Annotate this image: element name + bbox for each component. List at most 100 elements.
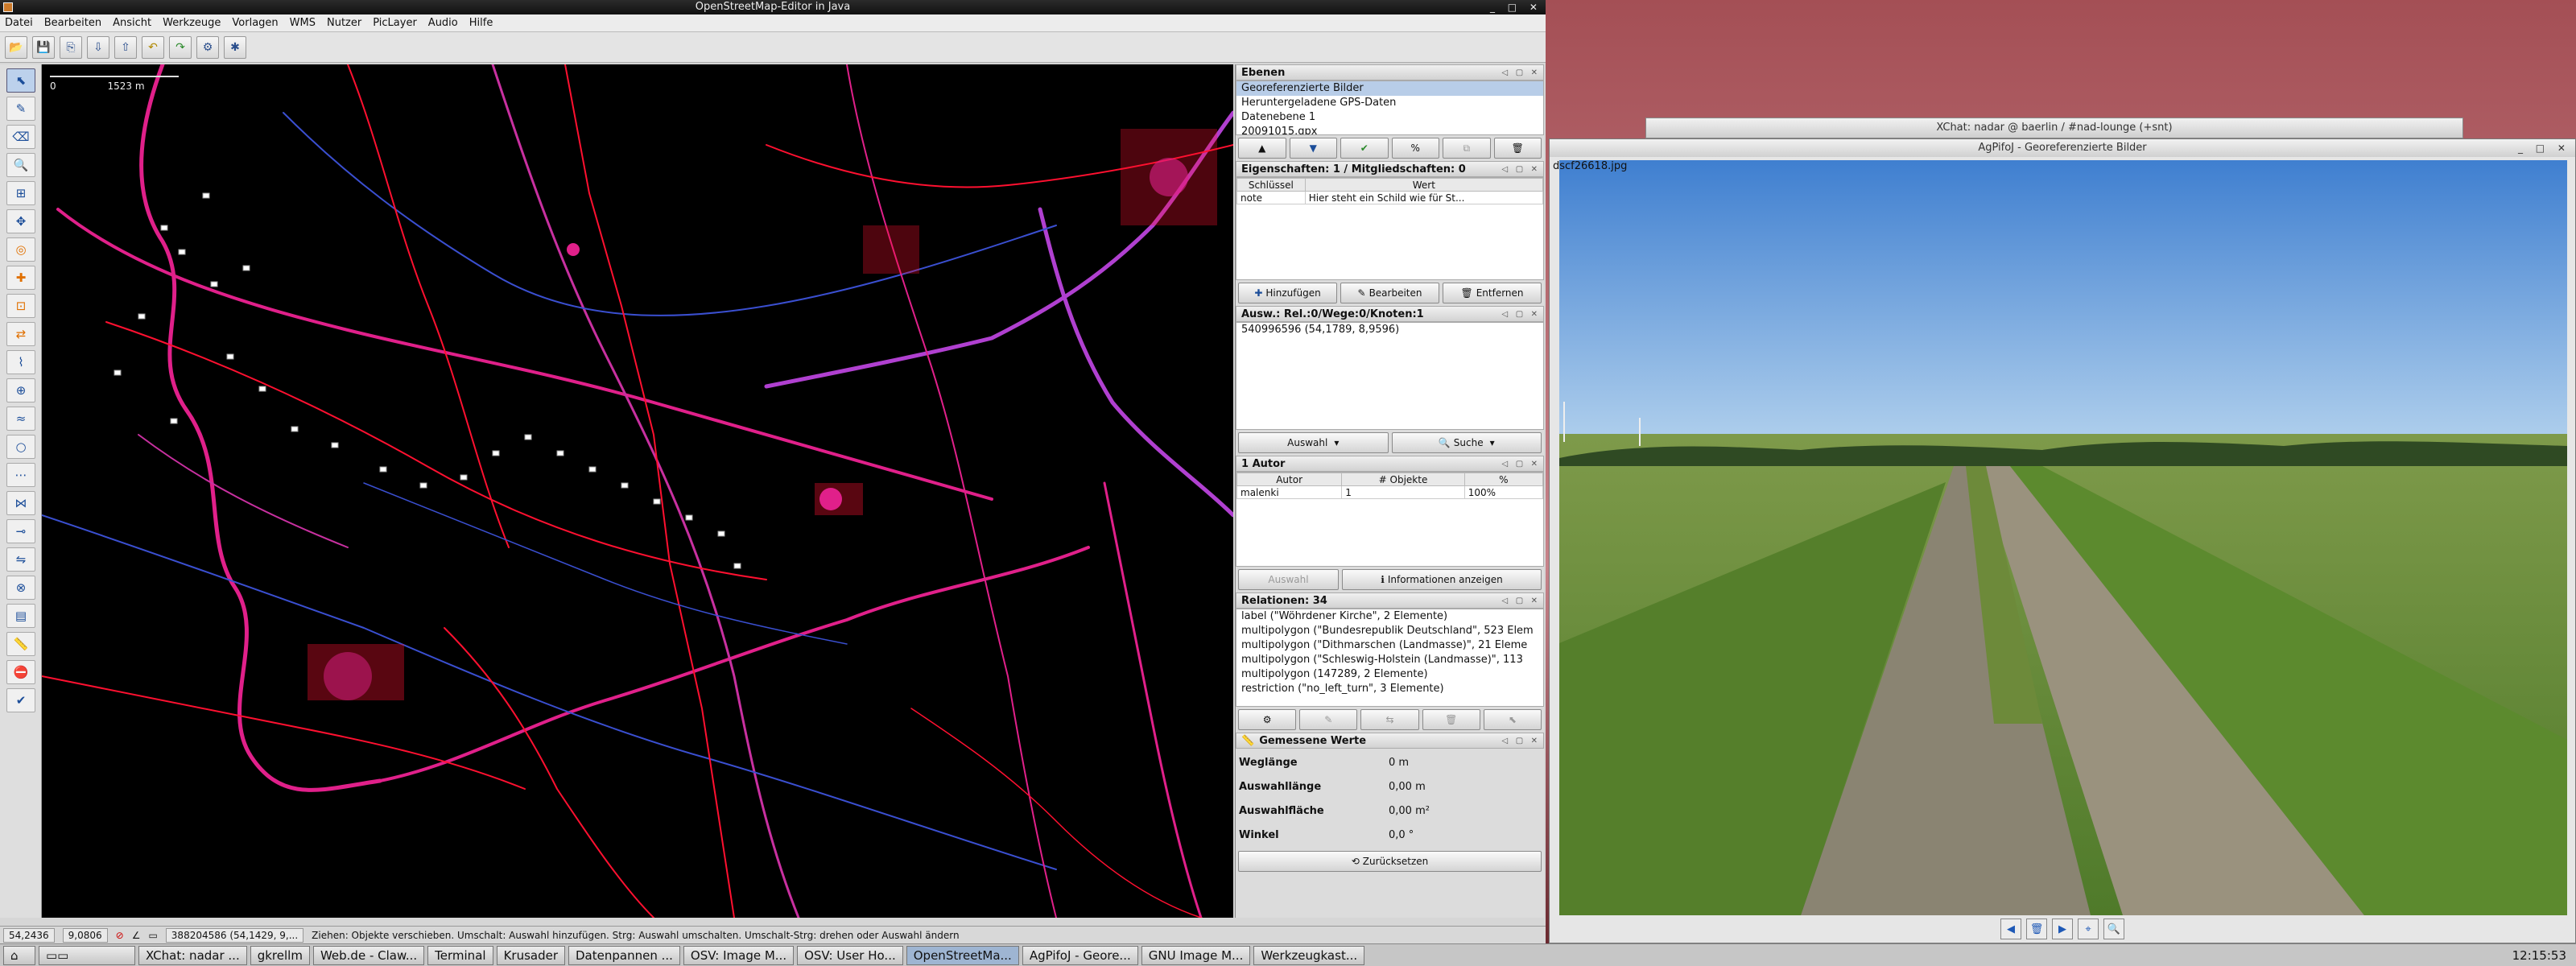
relations-header[interactable]: Relationen: 34 ◁ ▢ ✕: [1236, 592, 1544, 609]
col-value[interactable]: Wert: [1304, 178, 1543, 192]
show-info-button[interactable]: ℹ Informationen anzeigen: [1342, 569, 1542, 590]
reset-button[interactable]: ⟲ Zurücksetzen: [1238, 851, 1542, 872]
duplicate-relation-icon[interactable]: ⇆: [1360, 709, 1419, 730]
task-krusader[interactable]: Krusader: [496, 945, 565, 965]
task-osv-user[interactable]: OSV: User Ho...: [797, 945, 903, 965]
relation-item[interactable]: label ("Wöhrdener Kirche", 2 Elemente): [1236, 609, 1543, 624]
xchat-window-titlebar[interactable]: XChat: nadar @ baerlin / #nad-lounge (+s…: [1645, 118, 2463, 138]
menu-audio[interactable]: Audio: [428, 17, 458, 29]
layer-item[interactable]: Datenebene 1: [1236, 110, 1543, 125]
layer-item[interactable]: Georeferenzierte Bilder: [1236, 81, 1543, 96]
align-circle-icon[interactable]: ◎: [6, 237, 35, 262]
task-josm[interactable]: OpenStreetMa...: [906, 945, 1019, 965]
window-controls[interactable]: _ □ ✕: [1490, 0, 1542, 14]
measurement-header[interactable]: 📏 Gemessene Werte ◁ ▢ ✕: [1236, 733, 1544, 749]
align-line-icon[interactable]: ✚: [6, 266, 35, 290]
undo-icon[interactable]: ↶: [142, 35, 164, 59]
menu-ansicht[interactable]: Ansicht: [113, 17, 151, 29]
menu-piclayer[interactable]: PicLayer: [373, 17, 417, 29]
delete-layer-icon[interactable]: 🗑: [1493, 138, 1542, 159]
select-relation-icon[interactable]: ⬉: [1483, 709, 1542, 730]
col-author[interactable]: Autor: [1236, 473, 1343, 486]
center-view-icon[interactable]: ⌖: [2078, 919, 2099, 939]
add-relation-icon[interactable]: ⚙: [1238, 709, 1297, 730]
visibility-icon[interactable]: %: [1391, 138, 1439, 159]
author-select-button[interactable]: Auswahl: [1238, 569, 1339, 590]
stop-icon[interactable]: ⛔: [6, 660, 35, 684]
select-tool-icon[interactable]: ⬉: [6, 68, 35, 93]
task-datenpannen[interactable]: Datenpannen ...: [568, 945, 680, 965]
table-row[interactable]: malenki 1 100%: [1236, 485, 1543, 499]
move-up-icon[interactable]: ▲: [1238, 138, 1286, 159]
redo-icon[interactable]: ↷: [169, 35, 192, 59]
panel-controls-icon[interactable]: ◁ ▢ ✕: [1502, 597, 1540, 605]
task-webde[interactable]: Web.de - Claw...: [312, 945, 425, 965]
reverse-way-icon[interactable]: ⇄: [6, 322, 35, 346]
properties-header[interactable]: Eigenschaften: 1 / Mitgliedschaften: 0 ◁ …: [1236, 161, 1544, 177]
tag-value[interactable]: Hier steht ein Schild wie für St...: [1304, 191, 1543, 204]
menu-werkzeuge[interactable]: Werkzeuge: [163, 17, 221, 29]
delete-relation-icon[interactable]: 🗑: [1422, 709, 1480, 730]
split-way-icon[interactable]: ⌇: [6, 350, 35, 374]
selection-item[interactable]: 540996596 (54,1789, 8,9596): [1236, 323, 1543, 337]
layer-item[interactable]: Heruntergeladene GPS-Daten: [1236, 96, 1543, 110]
menu-hilfe[interactable]: Hilfe: [469, 17, 493, 29]
layer-item[interactable]: 20091015.gpx: [1236, 125, 1543, 134]
map-view[interactable]: 0 1523 m: [42, 64, 1233, 918]
start-menu-icon[interactable]: ⌂: [3, 945, 35, 965]
panel-controls-icon[interactable]: ◁ ▢ ✕: [1502, 310, 1540, 319]
validator-icon[interactable]: ✱: [224, 35, 246, 59]
validate-check-icon[interactable]: ✔: [6, 688, 35, 712]
next-image-icon[interactable]: ▶: [2052, 919, 2073, 939]
relation-item[interactable]: restriction ("no_left_turn", 3 Elemente): [1236, 682, 1543, 696]
task-xchat[interactable]: XChat: nadar ...: [138, 945, 247, 965]
delete-tool-icon[interactable]: ⌫: [6, 125, 35, 149]
download-icon[interactable]: ⇩: [87, 35, 109, 59]
table-row[interactable]: note Hier steht ein Schild wie für St...: [1236, 191, 1543, 204]
col-pct[interactable]: %: [1463, 473, 1543, 486]
join-node-icon[interactable]: ⊸: [6, 519, 35, 543]
task-gimp[interactable]: GNU Image M...: [1141, 945, 1251, 965]
menu-datei[interactable]: Datei: [5, 17, 33, 29]
task-werkzeugkasten[interactable]: Werkzeugkast...: [1253, 945, 1365, 965]
layers-header[interactable]: Ebenen ◁ ▢ ✕: [1236, 64, 1544, 80]
delete-image-icon[interactable]: 🗑: [2026, 919, 2047, 939]
save-as-icon[interactable]: ⎘: [60, 35, 82, 59]
select-dropdown-button[interactable]: Auswahl ▾: [1238, 432, 1389, 453]
image-viewer-titlebar[interactable]: AgPifoJ - Georeferenzierte Bilder _ □ ✕: [1550, 139, 2575, 157]
previous-image-icon[interactable]: ◀: [2000, 919, 2021, 939]
task-gkrellm[interactable]: gkrellm: [250, 945, 310, 965]
menu-vorlagen[interactable]: Vorlagen: [232, 17, 278, 29]
move-icon[interactable]: ✥: [6, 209, 35, 233]
merge-nodes-icon[interactable]: ⊗: [6, 576, 35, 600]
relation-item[interactable]: multipolygon ("Schleswig-Holstein (Landm…: [1236, 653, 1543, 667]
move-down-icon[interactable]: ▼: [1289, 138, 1337, 159]
orthogonalize-icon[interactable]: ⊡: [6, 294, 35, 318]
add-tag-button[interactable]: ✚ Hinzufügen: [1238, 283, 1337, 303]
relation-item[interactable]: multipolygon (147289, 2 Elemente): [1236, 667, 1543, 682]
upload-icon[interactable]: ⇧: [114, 35, 137, 59]
preferences-icon[interactable]: ⚙: [196, 35, 219, 59]
unglue-icon[interactable]: ⋈: [6, 491, 35, 515]
pager-icon[interactable]: ▭▭: [39, 945, 135, 965]
tag-key[interactable]: note: [1236, 191, 1306, 204]
zoom-tool-icon[interactable]: 🔍: [6, 153, 35, 177]
panel-controls-icon[interactable]: ◁ ▢ ✕: [1502, 737, 1540, 745]
panel-controls-icon[interactable]: ◁ ▢ ✕: [1502, 68, 1540, 77]
task-agpifoj[interactable]: AgPifoJ - Geore...: [1022, 945, 1138, 965]
panel-controls-icon[interactable]: ◁ ▢ ✕: [1502, 165, 1540, 174]
measure-icon[interactable]: 📏: [6, 632, 35, 656]
open-file-icon[interactable]: 📂: [5, 35, 27, 59]
combine-way-icon[interactable]: ⊕: [6, 378, 35, 402]
save-icon[interactable]: 💾: [32, 35, 55, 59]
remove-tag-button[interactable]: 🗑 Entfernen: [1443, 283, 1542, 303]
col-objects[interactable]: # Objekte: [1341, 473, 1465, 486]
mirror-icon[interactable]: ⇋: [6, 547, 35, 572]
authors-header[interactable]: 1 Autor ◁ ▢ ✕: [1236, 456, 1544, 472]
extrude-tool-icon[interactable]: ⊞: [6, 181, 35, 205]
menu-bearbeiten[interactable]: Bearbeiten: [44, 17, 101, 29]
col-key[interactable]: Schlüssel: [1236, 178, 1306, 192]
selection-header[interactable]: Ausw.: Rel.:0/Wege:0/Knoten:1 ◁ ▢ ✕: [1236, 306, 1544, 322]
map-canvas[interactable]: [42, 64, 1233, 918]
edit-relation-icon[interactable]: ✎: [1299, 709, 1358, 730]
